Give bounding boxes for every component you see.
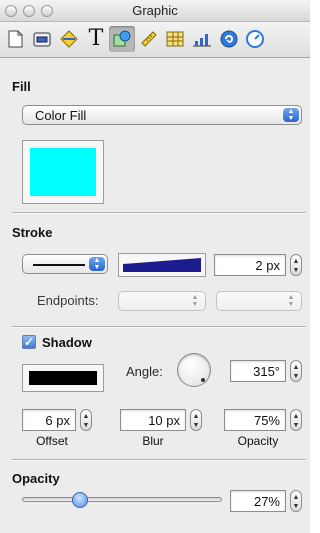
shadow-section-title: Shadow [42,335,92,350]
popup-arrows-icon: ▲ ▼ [283,108,299,122]
stroke-width-field[interactable]: 2 px [214,254,286,276]
diamond-icon [60,30,78,48]
shadow-color-swatch [29,371,97,385]
line-style-icon [33,264,85,266]
endpoint-start-popup[interactable]: ▲ ▼ [118,291,206,311]
shadow-blur-field[interactable]: 10 px [120,409,186,431]
shadow-offset-stepper[interactable]: ▲ ▼ [80,409,92,431]
popup-arrows-icon: ▲ ▼ [191,294,199,308]
offset-label: Offset [36,434,68,448]
section-divider [12,212,306,213]
opacity-field-label: Opacity [237,434,279,448]
fill-color-well[interactable] [22,140,104,204]
shadow-opacity-stepper[interactable]: ▲ ▼ [290,409,302,431]
angle-label: Angle: [126,364,163,379]
table-tab[interactable] [162,26,188,52]
section-divider [12,326,306,327]
shadow-angle-stepper[interactable]: ▲ ▼ [290,360,302,382]
shadow-blur-stepper[interactable]: ▲ ▼ [190,409,202,431]
fill-type-value: Color Fill [35,108,87,123]
metrics-icon [246,30,264,48]
opacity-slider[interactable] [22,490,222,510]
properties-tab[interactable] [56,26,82,52]
fill-section-title: Fill [12,79,31,94]
fill-type-popup[interactable]: Color Fill ▲ ▼ [22,105,302,125]
text-tab[interactable]: T [83,26,109,52]
blur-label: Blur [142,434,164,448]
table-icon [166,31,184,47]
ruler-icon [141,31,157,47]
shadow-offset-field[interactable]: 6 px [22,409,76,431]
link-icon [220,30,238,48]
stroke-color-swatch [123,258,201,272]
dial-knob-icon [201,378,205,382]
stroke-style-popup[interactable]: ▲ ▼ [22,254,108,274]
document-tab[interactable] [2,26,28,52]
canvas-tab[interactable] [29,26,55,52]
graphic-icon [113,30,131,47]
shadow-color-well[interactable] [22,364,104,392]
link-tab[interactable] [216,26,242,52]
stroke-color-fill [123,258,201,272]
chart-tab[interactable] [189,26,215,52]
popup-arrows-icon: ▲ ▼ [287,294,295,308]
inspector-toolbar: T [0,22,310,58]
chart-icon [193,34,211,47]
endpoints-label: Endpoints: [37,293,99,308]
opacity-field[interactable]: 27% [230,490,286,512]
opacity-stepper[interactable]: ▲ ▼ [290,490,302,512]
opacity-section-title: Opacity [12,471,60,486]
metrics-tab[interactable] [242,26,268,52]
window-title: Graphic [132,3,178,18]
section-divider [12,459,306,460]
shadow-checkbox[interactable]: ✓ [22,335,36,349]
stroke-section-title: Stroke [12,225,53,240]
shadow-angle-dial[interactable] [177,353,211,387]
title-bar[interactable]: Graphic [0,0,310,22]
geometry-tab[interactable] [136,26,162,52]
document-icon [8,30,23,48]
popup-arrows-icon: ▲ ▼ [89,257,105,271]
shadow-opacity-field[interactable]: 75% [224,409,286,431]
graphic-inspector-window: Graphic T Fill Color Fill ▲ ▼ Stroke ▲ ▼… [0,0,310,533]
slider-thumb[interactable] [72,492,88,508]
endpoint-end-popup[interactable]: ▲ ▼ [216,291,302,311]
fill-color-swatch [30,148,96,196]
stroke-width-stepper[interactable]: ▲ ▼ [290,254,302,276]
slider-track [22,497,222,502]
shadow-angle-field[interactable]: 315° [230,360,286,382]
graphic-tab[interactable] [109,26,135,52]
stroke-color-well[interactable] [118,253,206,277]
text-icon: T [88,26,104,51]
graphic-inspector-panel: Fill Color Fill ▲ ▼ Stroke ▲ ▼ 2 px ▲ ▼ End… [0,58,310,533]
canvas-icon [33,32,51,47]
